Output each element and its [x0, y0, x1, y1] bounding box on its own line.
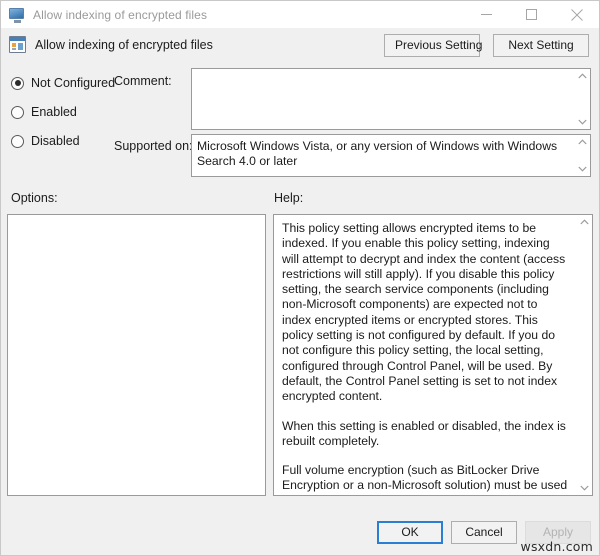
help-paragraph-3: Full volume encryption (such as BitLocke…: [282, 463, 568, 495]
comment-value[interactable]: [192, 69, 574, 129]
header-title-group: Allow indexing of encrypted files: [9, 36, 213, 53]
help-scrollbar[interactable]: [576, 215, 592, 495]
close-icon[interactable]: [554, 1, 599, 28]
scroll-down-icon[interactable]: [575, 115, 590, 129]
radio-enabled-label: Enabled: [31, 105, 77, 119]
help-paragraph-2: When this setting is enabled or disabled…: [282, 418, 566, 448]
scroll-up-icon[interactable]: [575, 69, 590, 83]
dialog-footer: OK Cancel Apply wsxdn.com: [1, 511, 599, 555]
radio-disabled-label: Disabled: [31, 134, 80, 148]
supported-on-field: Microsoft Windows Vista, or any version …: [191, 134, 591, 177]
scroll-down-icon[interactable]: [577, 481, 592, 495]
supported-on-value: Microsoft Windows Vista, or any version …: [197, 139, 558, 168]
radio-enabled-indicator[interactable]: [11, 105, 24, 119]
previous-setting-button[interactable]: Previous Setting: [384, 34, 482, 57]
comment-field[interactable]: [191, 68, 591, 130]
options-label: Options:: [11, 191, 58, 205]
radio-not-configured[interactable]: Not Configured: [11, 72, 115, 94]
comment-scrollbar[interactable]: [574, 69, 590, 129]
supported-on-label: Supported on:: [114, 139, 193, 153]
scroll-up-icon[interactable]: [577, 215, 592, 229]
window-title: Allow indexing of encrypted files: [33, 7, 208, 22]
window-icon: [9, 7, 25, 23]
policy-setting-dialog: Allow indexing of encrypted files Allow …: [0, 0, 600, 556]
panels-section: This policy setting allows encrypted ite…: [1, 214, 599, 511]
ok-button[interactable]: OK: [377, 521, 443, 544]
policy-setting-icon: [9, 36, 26, 53]
scroll-up-icon[interactable]: [575, 135, 590, 149]
radio-enabled[interactable]: Enabled: [11, 101, 115, 123]
radio-not-configured-label: Not Configured: [31, 76, 116, 90]
watermark: wsxdn.com: [520, 539, 593, 554]
comment-label: Comment:: [114, 74, 172, 88]
radio-not-configured-indicator[interactable]: [11, 76, 24, 90]
upper-section: Not Configured Enabled Disabled Comment:: [1, 66, 599, 186]
window-controls: [464, 1, 599, 28]
help-panel-content: This policy setting allows encrypted ite…: [274, 215, 576, 495]
supported-on-scrollbar[interactable]: [574, 135, 590, 176]
panel-labels: Options: Help:: [1, 186, 599, 214]
help-label: Help:: [274, 191, 304, 205]
options-panel[interactable]: [7, 214, 266, 496]
help-paragraph-1: This policy setting allows encrypted ite…: [282, 221, 566, 404]
help-panel: This policy setting allows encrypted ite…: [273, 214, 593, 496]
next-setting-button[interactable]: Next Setting: [493, 34, 589, 57]
maximize-icon[interactable]: [509, 1, 554, 28]
cancel-button[interactable]: Cancel: [451, 521, 517, 544]
radio-disabled-indicator[interactable]: [11, 134, 24, 148]
page-title: Allow indexing of encrypted files: [35, 37, 213, 52]
scroll-down-icon[interactable]: [575, 162, 590, 176]
minimize-icon[interactable]: [464, 1, 509, 28]
state-radio-group: Not Configured Enabled Disabled: [11, 72, 115, 159]
radio-disabled[interactable]: Disabled: [11, 130, 115, 152]
navigation-buttons: Previous Setting Next Setting: [384, 34, 589, 57]
dialog-header: Allow indexing of encrypted files Previo…: [1, 28, 599, 66]
title-bar: Allow indexing of encrypted files: [1, 1, 599, 28]
